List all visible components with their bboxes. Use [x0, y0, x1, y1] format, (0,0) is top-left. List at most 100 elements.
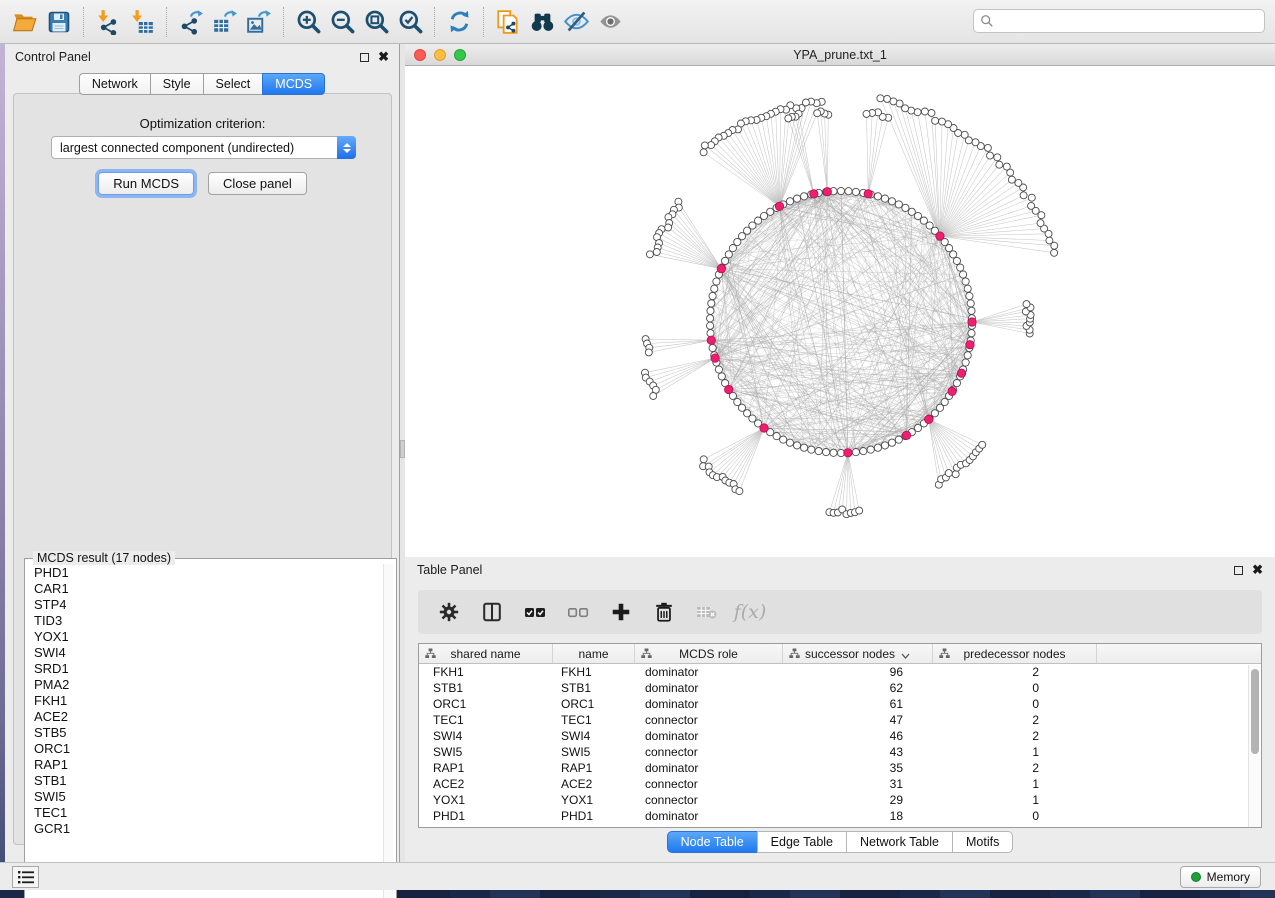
export-image-button[interactable] [242, 5, 276, 39]
mcds-node-item[interactable]: SRD1 [34, 661, 383, 677]
refresh-icon [446, 8, 473, 35]
mcds-node-item[interactable]: PMA2 [34, 677, 383, 693]
mcds-node-item[interactable]: STB1 [34, 773, 383, 789]
table-cell: 46 [783, 729, 933, 743]
mcds-node-item[interactable]: ORC1 [34, 741, 383, 757]
search-field[interactable] [973, 9, 1265, 33]
tab-edge-table[interactable]: Edge Table [757, 831, 846, 853]
column-type-icon [641, 648, 652, 662]
run-mcds-button[interactable]: Run MCDS [98, 172, 194, 195]
import-table-button[interactable] [125, 5, 159, 39]
column-header-successor-nodes[interactable]: successor nodes [783, 644, 933, 663]
delete-column-button[interactable] [649, 597, 679, 627]
import-network-button[interactable] [91, 5, 125, 39]
tab-node-table[interactable]: Node Table [667, 831, 757, 853]
table-cell: 0 [933, 697, 1097, 711]
toolbar-separator [166, 7, 167, 37]
zoom-in-button[interactable] [291, 5, 325, 39]
float-window-icon[interactable] [1234, 566, 1243, 575]
mcds-node-item[interactable]: PHD1 [34, 565, 383, 581]
mcds-node-item[interactable]: ACE2 [34, 709, 383, 725]
mcds-node-item[interactable]: TEC1 [34, 805, 383, 821]
refresh-layout-button[interactable] [442, 5, 476, 39]
mcds-node-item[interactable]: CAR1 [34, 581, 383, 597]
network-window-titlebar[interactable]: YPA_prune.txt_1 [405, 44, 1275, 66]
select-all-button[interactable] [520, 597, 550, 627]
table-cell: 35 [783, 761, 933, 775]
table-row[interactable]: SWI4SWI4dominator462 [419, 728, 1261, 744]
column-header-MCDS-role[interactable]: MCDS role [635, 644, 783, 663]
table-row[interactable]: SWI5SWI5connector431 [419, 744, 1261, 760]
mcds-node-item[interactable]: RAP1 [34, 757, 383, 773]
add-column-button[interactable] [606, 597, 636, 627]
open-file-button[interactable] [8, 5, 42, 39]
tab-style[interactable]: Style [150, 73, 203, 95]
memory-status-icon [1191, 872, 1201, 882]
table-row[interactable]: FKH1FKH1dominator962 [419, 664, 1261, 680]
export-table-button[interactable] [208, 5, 242, 39]
table-row[interactable]: PHD1PHD1dominator180 [419, 808, 1261, 824]
tab-select[interactable]: Select [203, 73, 263, 95]
mcds-node-item[interactable]: STP4 [34, 597, 383, 613]
tab-motifs[interactable]: Motifs [952, 831, 1013, 853]
mcds-list-scrollbar[interactable] [383, 564, 393, 898]
table-cell: 31 [783, 777, 933, 791]
close-panel-icon[interactable]: ✖ [378, 52, 389, 62]
optimization-criterion-dropdown[interactable]: largest connected component (undirected) [51, 136, 356, 159]
table-row[interactable]: ACE2ACE2connector311 [419, 776, 1261, 792]
network-canvas[interactable] [405, 66, 1275, 557]
mcds-node-item[interactable]: YOX1 [34, 629, 383, 645]
zoom-out-button[interactable] [325, 5, 359, 39]
table-scrollbar-thumb[interactable] [1251, 669, 1259, 754]
table-cell: dominator [635, 697, 783, 711]
show-columns-button[interactable] [477, 597, 507, 627]
search-input[interactable] [999, 14, 1258, 28]
export-network-button[interactable] [174, 5, 208, 39]
mcds-node-item[interactable]: SWI5 [34, 789, 383, 805]
table-cell: ORC1 [553, 697, 635, 711]
mcds-node-item[interactable]: GCR1 [34, 821, 383, 837]
zoom-fit-button[interactable] [359, 5, 393, 39]
mcds-tab-content: Optimization criterion: largest connecte… [13, 93, 392, 845]
table-row[interactable]: TEC1TEC1connector472 [419, 712, 1261, 728]
clone-network-button[interactable] [491, 5, 525, 39]
hide-selected-button[interactable] [559, 5, 593, 39]
close-panel-button[interactable]: Close panel [208, 172, 307, 195]
column-header-name[interactable]: name [553, 644, 635, 663]
float-window-icon[interactable] [360, 53, 369, 62]
export-network-icon [178, 9, 204, 35]
table-row[interactable]: RAP1RAP1dominator352 [419, 760, 1261, 776]
mcds-node-item[interactable]: SWI4 [34, 645, 383, 661]
memory-button[interactable]: Memory [1180, 866, 1261, 888]
mcds-node-item[interactable]: TID3 [34, 613, 383, 629]
tab-network[interactable]: Network [79, 73, 150, 95]
show-hidden-button[interactable] [593, 5, 627, 39]
tab-network-table[interactable]: Network Table [846, 831, 952, 853]
table-cell: SWI5 [553, 745, 635, 759]
delete-table-button[interactable] [692, 597, 722, 627]
mcds-node-item[interactable]: FKH1 [34, 693, 383, 709]
column-header-shared-name[interactable]: shared name [419, 644, 553, 663]
control-panel-titlebar: Control Panel ✖ [5, 44, 399, 70]
zoom-selected-button[interactable] [393, 5, 427, 39]
table-row[interactable]: STB1STB1dominator620 [419, 680, 1261, 696]
tab-mcds[interactable]: MCDS [262, 73, 325, 95]
task-history-button[interactable] [12, 866, 39, 888]
table-row[interactable]: ORC1ORC1dominator610 [419, 696, 1261, 712]
column-header-predecessor-nodes[interactable]: predecessor nodes [933, 644, 1097, 663]
mcds-node-item[interactable]: STB5 [34, 725, 383, 741]
delete-table-icon [695, 600, 719, 624]
deselect-all-button[interactable] [563, 597, 593, 627]
table-row[interactable]: YOX1YOX1connector291 [419, 792, 1261, 808]
table-cell: PHD1 [553, 809, 635, 823]
table-settings-button[interactable] [434, 597, 464, 627]
function-builder-button[interactable]: f(x) [735, 597, 765, 627]
find-button[interactable] [525, 5, 559, 39]
column-header-filler [1097, 644, 1261, 663]
save-session-button[interactable] [42, 5, 76, 39]
node-table: shared namenameMCDS rolesuccessor nodesp… [418, 643, 1262, 828]
table-cell: ACE2 [553, 777, 635, 791]
table-scrollbar[interactable] [1248, 665, 1260, 828]
close-panel-icon[interactable]: ✖ [1252, 565, 1263, 575]
table-panel-titlebar: Table Panel ✖ [405, 557, 1275, 583]
